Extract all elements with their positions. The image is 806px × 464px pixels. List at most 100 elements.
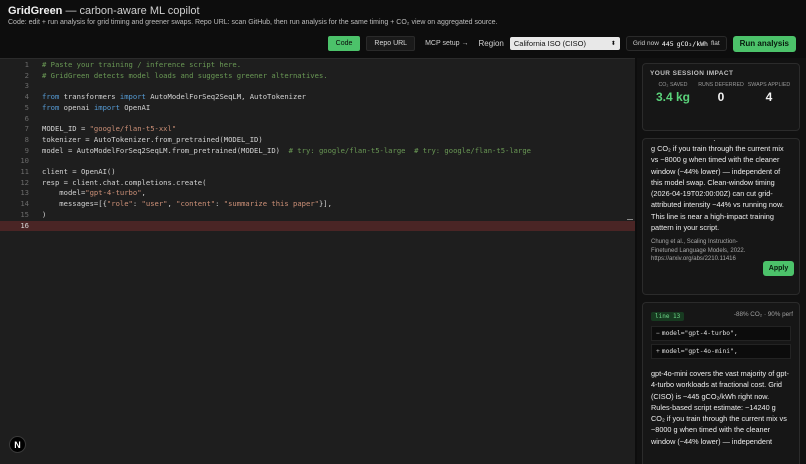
code-line[interactable]: 3 bbox=[0, 81, 635, 92]
grid-now-unit: gCO₂/kWh bbox=[676, 39, 708, 48]
grid-intensity-pill: Grid now 445 gCO₂/kWh flat bbox=[625, 36, 727, 51]
code-token: transformers bbox=[59, 92, 120, 102]
runs-deferred-metric: RUNS DEFERRED 0 bbox=[698, 82, 744, 104]
grid-trend: flat bbox=[710, 40, 720, 47]
code-line[interactable]: 10 bbox=[0, 156, 635, 167]
suggestion-card-swap: line 13 -88% CO₂ · 90% perf − model="gpt-… bbox=[642, 302, 800, 464]
code-token: import bbox=[93, 102, 120, 112]
code-text: model = AutoModelForSeq2SeqLM.from_pretr… bbox=[42, 146, 531, 157]
runs-deferred-label: RUNS DEFERRED bbox=[698, 82, 744, 88]
code-line[interactable]: 6 bbox=[0, 114, 635, 125]
co2-saved-value: 3.4 kg bbox=[655, 90, 691, 104]
region-select[interactable]: California ISO (CISO) ⬍ bbox=[509, 37, 620, 50]
code-token: "summarize this paper" bbox=[223, 199, 319, 209]
code-text: MODEL_ID = "google/flan-t5-xxl" bbox=[42, 124, 176, 135]
swaps-applied-label: SWAPS APPLIED bbox=[747, 82, 791, 88]
code-token: : bbox=[215, 199, 224, 209]
code-line[interactable]: 9 model = AutoModelForSeq2SeqLM.from_pret… bbox=[0, 146, 635, 157]
diff-added-line: + model="gpt-4o-mini", bbox=[651, 344, 791, 359]
code-text: # Paste your training / inference script… bbox=[42, 60, 241, 71]
app-name: GridGreen bbox=[8, 5, 63, 17]
line-number: 1 bbox=[24, 60, 29, 69]
chevron-updown-icon: ⬍ bbox=[610, 41, 616, 47]
code-line[interactable]: 13 model="gpt-4-turbo", bbox=[0, 188, 635, 199]
code-token: "gpt-4-turbo" bbox=[85, 188, 142, 198]
code-token: : bbox=[132, 199, 142, 209]
code-line[interactable]: 8 tokenizer = AutoTokenizer.from_pretrain… bbox=[0, 135, 635, 146]
suggestions-sidebar[interactable]: YOUR SESSION IMPACT CO₂ SAVED 3.4 kg RUN… bbox=[637, 58, 806, 464]
toolbar: Code Repo URL MCP setup → Region Califor… bbox=[327, 35, 796, 52]
code-token: from bbox=[42, 102, 60, 112]
code-line[interactable]: 4 from transformers import AutoModelForSe… bbox=[0, 92, 635, 103]
code-token: # GridGreen detects model loads and sugg… bbox=[42, 70, 328, 80]
code-token: , bbox=[167, 199, 177, 209]
suggestion-body: g CO₂ if you train through the current m… bbox=[651, 144, 784, 233]
code-token: resp = client.chat.completions.create( bbox=[42, 177, 207, 187]
code-token: # try: google/flan-t5-large # try: googl… bbox=[288, 145, 531, 155]
code-text: # GridGreen detects model loads and sugg… bbox=[42, 71, 328, 82]
code-line[interactable]: 12 resp = client.chat.completions.create( bbox=[0, 178, 635, 189]
code-text: from transformers import AutoModelForSeq… bbox=[42, 92, 306, 103]
apply-button[interactable]: Apply bbox=[763, 261, 794, 276]
impact-title: YOUR SESSION IMPACT bbox=[650, 70, 734, 77]
code-token: model = AutoModelForSeq2SeqLM.from_pretr… bbox=[42, 145, 289, 155]
code-line[interactable]: 14 messages=[{"role": "user", "content":… bbox=[0, 199, 635, 210]
region-label: Region bbox=[478, 39, 504, 48]
code-token: AutoModelForSeq2SeqLM, AutoTokenizer bbox=[145, 92, 306, 102]
line-badge[interactable]: line 13 bbox=[651, 312, 685, 321]
app-header: GridGreen — carbon-aware ML copilot Code… bbox=[0, 0, 806, 30]
tab-code[interactable]: Code bbox=[327, 36, 361, 51]
session-impact-card: YOUR SESSION IMPACT CO₂ SAVED 3.4 kg RUN… bbox=[642, 63, 800, 131]
swaps-applied-metric: SWAPS APPLIED 4 bbox=[746, 82, 792, 104]
line-number: 14 bbox=[20, 199, 29, 209]
suggestion-card-timing: · g CO₂ if you train through the current… bbox=[642, 136, 800, 295]
code-line-current[interactable]: 16 bbox=[0, 220, 635, 232]
line-number: 2 bbox=[24, 70, 29, 80]
grid-now-value: 445 bbox=[661, 39, 674, 48]
diff-new-text: model="gpt-4o-mini", bbox=[661, 348, 738, 355]
line-number: 7 bbox=[24, 124, 29, 134]
code-text: resp = client.chat.completions.create( bbox=[42, 178, 206, 189]
code-line[interactable]: 7 MODEL_ID = "google/flan-t5-xxl" bbox=[0, 124, 635, 135]
run-analysis-button[interactable]: Run analysis bbox=[732, 35, 796, 52]
mcp-setup-link[interactable]: MCP setup → bbox=[421, 40, 472, 47]
code-token: MODEL_ID = bbox=[42, 124, 90, 134]
line-number: 8 bbox=[24, 134, 29, 144]
line-number: 15 bbox=[20, 209, 29, 219]
suggestion-citation[interactable]: Chung et al., Scaling Instruction-Finetu… bbox=[651, 238, 759, 264]
code-token: client = OpenAI() bbox=[42, 167, 116, 176]
swaps-applied-value: 4 bbox=[765, 90, 773, 104]
minus-icon: − bbox=[656, 330, 660, 337]
region-select-value: California ISO (CISO) bbox=[513, 39, 586, 48]
code-token: from bbox=[42, 92, 60, 102]
line-number: 9 bbox=[24, 145, 29, 155]
code-token: openai bbox=[59, 102, 94, 112]
line-number: 11 bbox=[20, 167, 29, 176]
line-number: 10 bbox=[20, 156, 29, 166]
code-token: import bbox=[119, 92, 146, 102]
code-token: # Paste your training / inference script… bbox=[42, 60, 242, 69]
tab-repo-url[interactable]: Repo URL bbox=[366, 36, 416, 51]
user-avatar[interactable]: N bbox=[9, 436, 26, 453]
code-token: tokenizer = AutoTokenizer.from_pretraine… bbox=[42, 134, 263, 144]
suggestion-body: gpt-4o-mini covers the vast majority of … bbox=[651, 369, 789, 446]
code-text: from openai import OpenAI bbox=[42, 103, 150, 114]
code-editor[interactable]: 🔥 1# Paste your training / inference scr… bbox=[0, 58, 635, 464]
app-title: GridGreen — carbon-aware ML copilot bbox=[8, 5, 798, 17]
code-token: "user" bbox=[141, 199, 168, 209]
code-line[interactable]: 15) bbox=[0, 210, 635, 221]
code-token: OpenAI bbox=[119, 102, 151, 112]
line-number: 4 bbox=[24, 92, 29, 102]
code-line[interactable]: 1 # Paste your training / inference scrip… bbox=[0, 60, 635, 71]
diff-old-text: model="gpt-4-turbo", bbox=[661, 330, 738, 337]
code-line[interactable]: 11 client = OpenAI() bbox=[0, 167, 635, 178]
line-number: 13 bbox=[20, 188, 29, 198]
code-token: model= bbox=[42, 188, 86, 198]
line-number: 12 bbox=[20, 177, 29, 187]
code-line[interactable]: 5 from openai import OpenAI bbox=[0, 103, 635, 114]
code-token: "role" bbox=[106, 199, 133, 209]
line-number: 6 bbox=[24, 113, 29, 123]
co2-saved-label: CO₂ SAVED bbox=[658, 82, 688, 88]
code-text: client = OpenAI() bbox=[42, 167, 116, 178]
code-line[interactable]: 2 # GridGreen detects model loads and sug… bbox=[0, 71, 635, 82]
